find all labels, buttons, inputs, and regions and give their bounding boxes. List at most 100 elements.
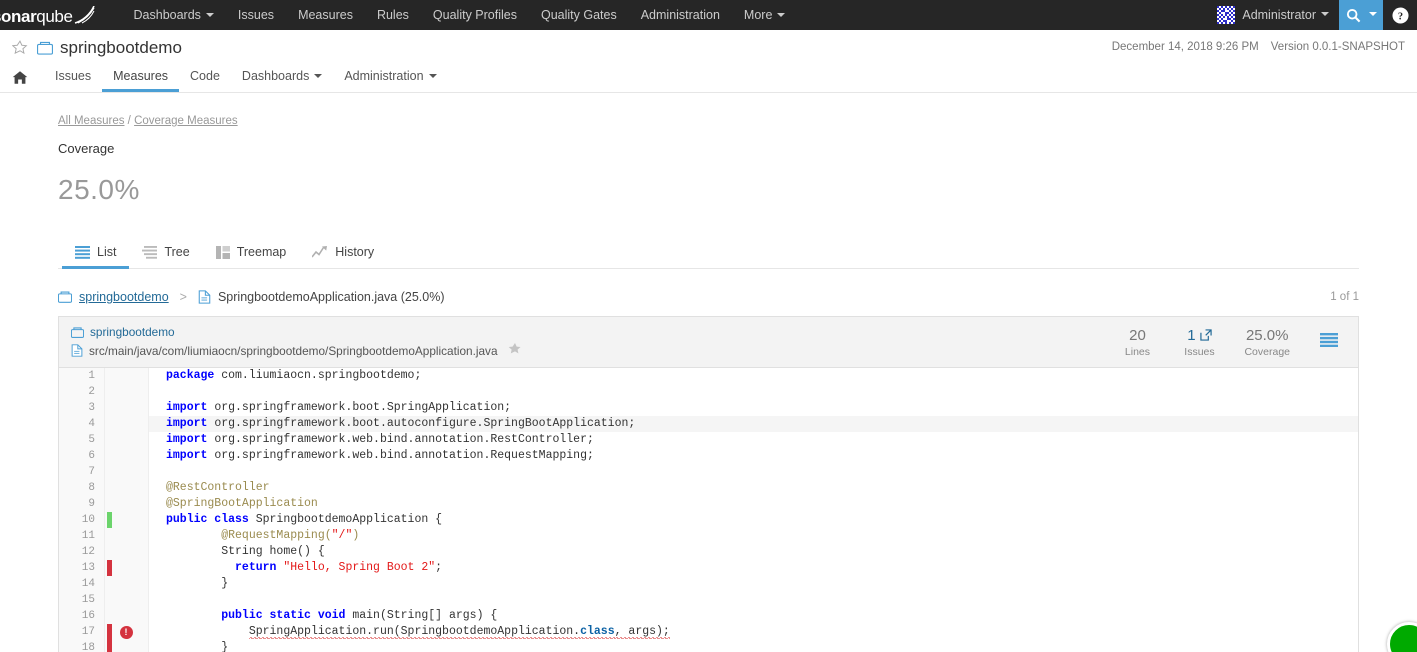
- view-tab-tree[interactable]: Tree: [129, 239, 202, 269]
- project-nav-item-administration[interactable]: Administration: [333, 62, 447, 92]
- code-line[interactable]: 6 import org.springframework.web.bind.ann…: [59, 448, 1358, 464]
- duplication-gutter: [138, 448, 149, 464]
- code-line-text: @SpringBootApplication: [149, 496, 1358, 512]
- favorite-star-icon[interactable]: [508, 342, 522, 359]
- code-line-text: @RestController: [149, 480, 1358, 496]
- quality-gate-badge[interactable]: [1387, 622, 1417, 652]
- sonarqube-logo[interactable]: sonarqube: [0, 4, 96, 27]
- analysis-date: December 14, 2018 9:26 PM: [1111, 41, 1259, 53]
- project-nav-item-dashboards[interactable]: Dashboards: [231, 62, 333, 92]
- coverage-uncovered-marker[interactable]: [105, 640, 114, 652]
- code-line[interactable]: 9 @SpringBootApplication: [59, 496, 1358, 512]
- line-number[interactable]: 13: [59, 560, 105, 576]
- project-header: springbootdemo December 14, 2018 9:26 PM…: [0, 30, 1417, 93]
- file-card-path: src/main/java/com/liumiaocn/springbootde…: [89, 343, 498, 358]
- coverage-gutter: [105, 528, 114, 544]
- code-token: import: [166, 401, 215, 414]
- code-line[interactable]: 18 }: [59, 640, 1358, 652]
- line-number[interactable]: 14: [59, 576, 105, 592]
- code-line[interactable]: 5 import org.springframework.web.bind.ann…: [59, 432, 1358, 448]
- code-line[interactable]: 17! SpringApplication.run(Springbootdemo…: [59, 624, 1358, 640]
- line-number[interactable]: 6: [59, 448, 105, 464]
- code-line[interactable]: 7: [59, 464, 1358, 480]
- line-number[interactable]: 3: [59, 400, 105, 416]
- global-nav-item-dashboards[interactable]: Dashboards: [122, 0, 226, 30]
- code-line[interactable]: 2: [59, 384, 1358, 400]
- global-nav-item-measures[interactable]: Measures: [286, 0, 365, 30]
- project-nav-item-issues[interactable]: Issues: [44, 62, 102, 92]
- duplication-gutter: [138, 384, 149, 400]
- code-line[interactable]: 8 @RestController: [59, 480, 1358, 496]
- favorite-star-icon[interactable]: [11, 40, 28, 56]
- coverage-uncovered-marker[interactable]: [105, 624, 114, 640]
- project-nav-item-measures[interactable]: Measures: [102, 62, 180, 92]
- global-nav-item-administration[interactable]: Administration: [629, 0, 732, 30]
- view-tab-treemap[interactable]: Treemap: [203, 239, 300, 269]
- issue-marker[interactable]: !: [114, 624, 138, 640]
- line-number[interactable]: 16: [59, 608, 105, 624]
- global-nav-item-quality-profiles[interactable]: Quality Profiles: [421, 0, 529, 30]
- coverage-covered-marker[interactable]: [105, 512, 114, 528]
- breadcrumb-coverage-measures[interactable]: Coverage Measures: [134, 115, 238, 127]
- source-code-viewer[interactable]: 1 package com.liumiaocn.springbootdemo; 2 3…: [59, 368, 1358, 652]
- code-line[interactable]: 10 public class SpringbootdemoApplication…: [59, 512, 1358, 528]
- global-nav-item-label: Administration: [640, 8, 720, 22]
- code-token: , args);: [614, 625, 670, 639]
- help-button[interactable]: ?: [1383, 0, 1417, 30]
- search-button[interactable]: [1339, 0, 1383, 30]
- code-line[interactable]: 4 import org.springframework.boot.autocon…: [59, 416, 1358, 432]
- line-number[interactable]: 12: [59, 544, 105, 560]
- view-tab-label: List: [97, 245, 117, 259]
- line-number[interactable]: 11: [59, 528, 105, 544]
- code-token: main(String[] args) {: [352, 609, 498, 622]
- breadcrumb-project-link[interactable]: springbootdemo: [79, 290, 169, 304]
- view-tab-list[interactable]: List: [62, 239, 130, 269]
- line-number[interactable]: 4: [59, 416, 105, 432]
- line-number[interactable]: 10: [59, 512, 105, 528]
- line-number[interactable]: 2: [59, 384, 105, 400]
- line-number[interactable]: 8: [59, 480, 105, 496]
- global-nav-item-issues[interactable]: Issues: [226, 0, 286, 30]
- breadcrumb-all-measures[interactable]: All Measures: [58, 115, 124, 127]
- line-number[interactable]: 9: [59, 496, 105, 512]
- code-line[interactable]: 14 }: [59, 576, 1358, 592]
- coverage-gutter: [105, 608, 114, 624]
- file-actions-menu-button[interactable]: [1304, 332, 1346, 352]
- issue-exclamation-icon: !: [119, 625, 133, 639]
- line-number[interactable]: 18: [59, 640, 105, 652]
- external-link-icon[interactable]: [1199, 329, 1212, 341]
- line-number[interactable]: 15: [59, 592, 105, 608]
- project-nav-item-code[interactable]: Code: [179, 62, 231, 92]
- file-stat-value: 1: [1182, 327, 1216, 344]
- code-line[interactable]: 16 public static void main(String[] args…: [59, 608, 1358, 624]
- file-stat-lines: 20 Lines: [1106, 327, 1168, 358]
- global-nav-item-quality-gates[interactable]: Quality Gates: [529, 0, 629, 30]
- global-nav-item-rules[interactable]: Rules: [365, 0, 421, 30]
- breadcrumb-file-name: SpringbootdemoApplication.java (25.0%): [217, 290, 445, 304]
- view-tab-history[interactable]: History: [299, 239, 387, 269]
- code-token: org.springframework.web.bind.annotation.…: [214, 449, 594, 462]
- code-line[interactable]: 12 String home() {: [59, 544, 1358, 560]
- code-line[interactable]: 13 return "Hello, Spring Boot 2";: [59, 560, 1358, 576]
- coverage-gutter: [105, 384, 114, 400]
- line-number[interactable]: 5: [59, 432, 105, 448]
- home-icon[interactable]: [12, 70, 28, 85]
- line-number[interactable]: 17: [59, 624, 105, 640]
- file-card-project-link[interactable]: springbootdemo: [90, 325, 175, 339]
- global-nav-item-label: More: [743, 8, 773, 22]
- code-line[interactable]: 15: [59, 592, 1358, 608]
- code-line[interactable]: 1 package com.liumiaocn.springbootdemo;: [59, 368, 1358, 384]
- coverage-gutter: [105, 544, 114, 560]
- issue-gutter: [114, 576, 138, 592]
- code-line-text: @RequestMapping("/"): [149, 528, 1358, 544]
- code-line[interactable]: 11 @RequestMapping("/"): [59, 528, 1358, 544]
- global-nav-item-more[interactable]: More: [732, 0, 797, 30]
- line-number[interactable]: 1: [59, 368, 105, 384]
- line-number[interactable]: 7: [59, 464, 105, 480]
- user-menu[interactable]: Administrator: [1207, 0, 1339, 30]
- coverage-uncovered-marker[interactable]: [105, 560, 114, 576]
- file-stat-issues[interactable]: 1 Issues: [1168, 327, 1230, 358]
- code-token: @SpringBootApplication: [166, 497, 318, 510]
- code-line[interactable]: 3 import org.springframework.boot.SpringA…: [59, 400, 1358, 416]
- code-token: com.liumiaocn.springbootdemo;: [221, 369, 422, 382]
